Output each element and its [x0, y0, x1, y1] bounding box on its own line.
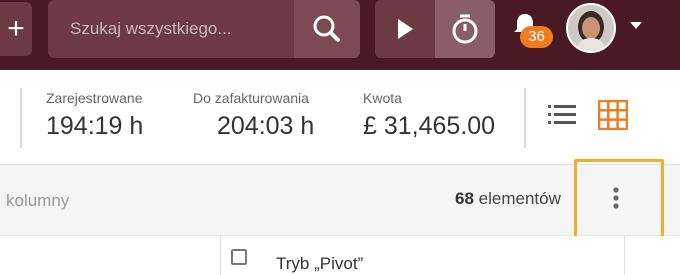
columns-button[interactable]: kolumny [6, 191, 69, 211]
stats-bar: Zarejestrowane 194:19 h Do zafakturowani… [0, 70, 680, 165]
pivot-checkbox[interactable] [231, 249, 247, 265]
item-count-number: 68 [455, 189, 474, 208]
stopwatch-icon [452, 14, 478, 44]
stopwatch-button[interactable] [435, 0, 495, 58]
search-box [48, 0, 360, 58]
search-button[interactable] [294, 0, 360, 58]
list-view-icon [548, 105, 576, 124]
divider [20, 88, 22, 148]
search-icon [313, 15, 340, 42]
item-count-suffix: elementów [473, 189, 561, 208]
pivot-mode-label: Tryb „Pivot” [276, 254, 364, 273]
divider [524, 88, 526, 148]
item-count: 68 elementów [455, 189, 561, 209]
avatar[interactable] [566, 3, 616, 53]
play-icon [398, 19, 413, 39]
column-divider [220, 236, 221, 275]
stat-value-to-invoice: 204:03 h [217, 112, 315, 140]
list-view-button[interactable] [548, 104, 576, 126]
chevron-down-icon[interactable] [630, 22, 642, 29]
notification-badge: 36 [520, 26, 553, 48]
top-bar: + 36 [0, 0, 680, 70]
stat-label-registered: Zarejestrowane [46, 90, 143, 106]
add-button[interactable]: + [0, 2, 32, 56]
start-timer-button[interactable] [375, 0, 435, 58]
table-toolbar: kolumny 68 elementów [0, 159, 680, 241]
grid-view-button[interactable] [597, 99, 629, 131]
more-vertical-icon [613, 187, 619, 209]
column-divider [624, 236, 625, 275]
stat-value-amount: £ 31,465.00 [363, 112, 496, 140]
more-options-button[interactable] [574, 159, 664, 241]
menu-item-pivot[interactable]: Tryb „Pivot” [0, 236, 680, 275]
stat-label-to-invoice: Do zafakturowania [193, 90, 309, 106]
search-input[interactable] [48, 0, 292, 58]
grid-view-icon [597, 99, 629, 131]
add-label: + [7, 12, 25, 45]
user-photo [568, 5, 614, 51]
stat-value-registered: 194:19 h [46, 112, 144, 140]
stat-label-amount: Kwota [363, 90, 402, 106]
